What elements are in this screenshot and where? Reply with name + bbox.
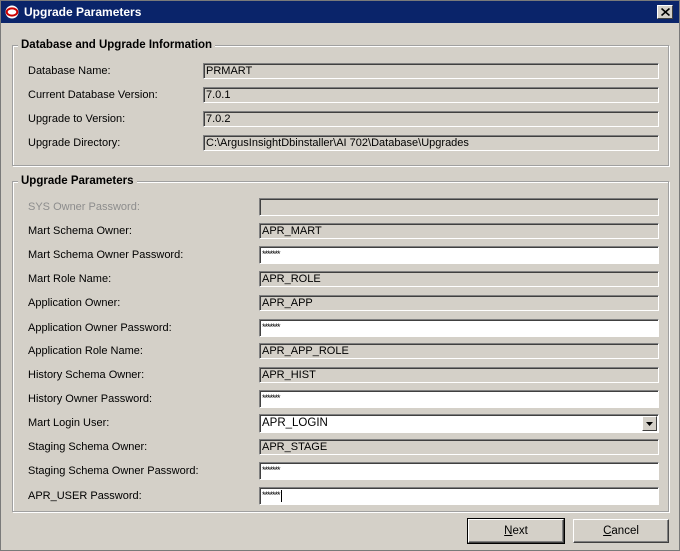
mart-login-user-label: Mart Login User:	[28, 417, 110, 429]
staging-schema-owner-label: Staging Schema Owner:	[28, 441, 148, 453]
application-owner-password-input[interactable]: *******	[259, 319, 659, 337]
chevron-down-icon	[646, 422, 653, 426]
apr-user-password-input[interactable]: *******	[259, 487, 659, 505]
upgrade-params-group-title: Upgrade Parameters	[18, 174, 137, 189]
history-schema-owner-label: History Schema Owner:	[28, 369, 145, 381]
staging-schema-password-label: Staging Schema Owner Password:	[28, 465, 199, 477]
history-owner-password-label: History Owner Password:	[28, 393, 153, 405]
sys-password-label: SYS Owner Password:	[28, 201, 140, 213]
apr-user-password-value: *******	[262, 490, 281, 500]
current-version-field: 7.0.1	[203, 87, 659, 103]
application-owner-field: APR_APP	[259, 295, 659, 311]
oracle-logo-icon	[5, 5, 19, 19]
window-title: Upgrade Parameters	[24, 5, 142, 19]
application-owner-label: Application Owner:	[28, 297, 121, 309]
dropdown-button[interactable]	[642, 416, 657, 431]
sys-password-field	[259, 198, 659, 216]
history-schema-owner-field: APR_HIST	[259, 367, 659, 383]
mart-login-user-select[interactable]: APR_LOGIN	[259, 414, 659, 433]
database-info-group-title: Database and Upgrade Information	[18, 38, 216, 53]
mart-schema-owner-label: Mart Schema Owner:	[28, 225, 132, 237]
mart-role-name-label: Mart Role Name:	[28, 273, 112, 285]
mart-schema-password-label: Mart Schema Owner Password:	[28, 249, 184, 261]
title-bar[interactable]: Upgrade Parameters	[1, 1, 679, 23]
cancel-button-label: ancel	[611, 525, 639, 537]
next-button-label: ext	[512, 525, 528, 537]
upgrade-directory-label: Upgrade Directory:	[28, 137, 121, 149]
close-icon	[661, 8, 670, 16]
application-owner-password-label: Application Owner Password:	[28, 322, 172, 334]
application-role-name-field: APR_APP_ROLE	[259, 343, 659, 359]
next-button[interactable]: Next	[467, 518, 565, 544]
mart-schema-password-input[interactable]: *******	[259, 246, 659, 264]
mart-role-name-field: APR_ROLE	[259, 271, 659, 287]
history-owner-password-input[interactable]: *******	[259, 390, 659, 408]
staging-schema-password-input[interactable]: *******	[259, 462, 659, 480]
upgrade-version-field: 7.0.2	[203, 111, 659, 127]
mart-schema-owner-field: APR_MART	[259, 223, 659, 239]
mart-login-user-value: APR_LOGIN	[262, 417, 328, 429]
upgrade-directory-field: C:\ArgusInsightDbinstaller\AI 702\Databa…	[203, 135, 659, 151]
apr-user-password-label: APR_USER Password:	[28, 490, 142, 502]
text-caret	[280, 489, 282, 502]
upgrade-parameters-dialog: Upgrade Parameters Database and Upgrade …	[0, 0, 680, 551]
close-button[interactable]	[657, 5, 673, 19]
database-name-field: PRMART	[203, 63, 659, 79]
database-name-label: Database Name:	[28, 65, 111, 77]
upgrade-version-label: Upgrade to Version:	[28, 113, 126, 125]
staging-schema-owner-field: APR_STAGE	[259, 439, 659, 455]
current-version-label: Current Database Version:	[28, 89, 158, 101]
application-role-name-label: Application Role Name:	[28, 345, 143, 357]
cancel-button[interactable]: Cancel	[573, 519, 669, 543]
